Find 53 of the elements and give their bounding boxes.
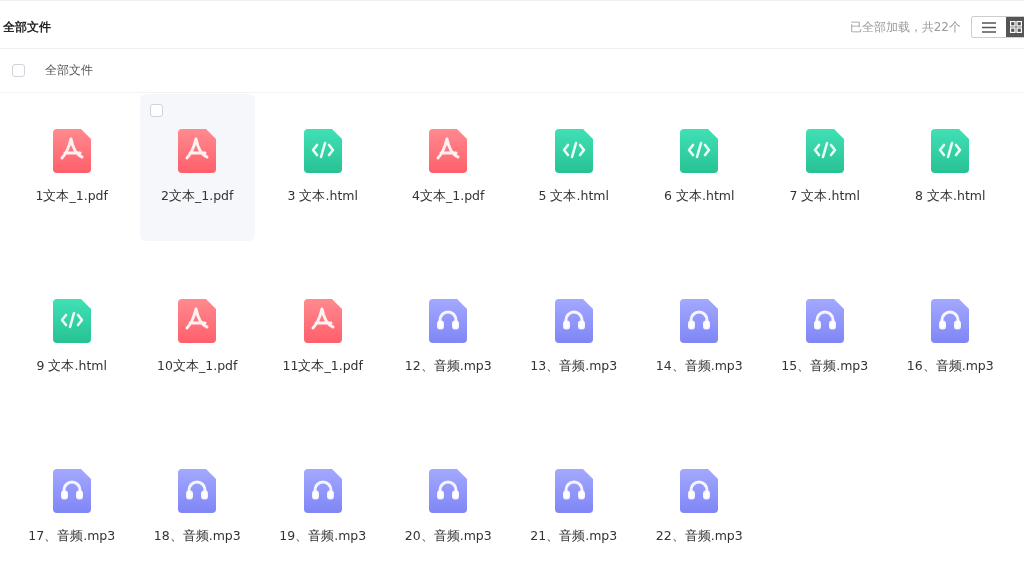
list-icon — [982, 21, 996, 33]
pdf-file-icon — [178, 129, 217, 173]
file-name[interactable]: 3 文本.html — [287, 188, 358, 205]
code-file-icon — [303, 129, 342, 173]
file-name[interactable]: 21、音频.mp3 — [530, 528, 618, 545]
file-name[interactable]: 17、音频.mp3 — [28, 528, 116, 545]
file-name[interactable]: 7 文本.html — [789, 188, 860, 205]
file-name[interactable]: 12、音频.mp3 — [404, 358, 492, 375]
pdf-file-icon — [429, 129, 468, 173]
file-name[interactable]: 10文本_1.pdf — [157, 358, 238, 375]
pdf-file-icon — [178, 299, 217, 343]
code-file-icon — [680, 129, 719, 173]
grid-view-button[interactable] — [1006, 17, 1024, 37]
page-title: 全部文件 — [3, 18, 51, 36]
file-name[interactable]: 2文本_1.pdf — [161, 188, 234, 205]
audio-file-icon — [680, 469, 719, 513]
file-tile[interactable]: 2文本_1.pdf — [139, 94, 255, 241]
file-name[interactable]: 14、音频.mp3 — [655, 358, 743, 375]
file-name[interactable]: 22、音频.mp3 — [655, 528, 743, 545]
grid-icon — [1010, 21, 1022, 33]
file-name[interactable]: 13、音频.mp3 — [530, 358, 618, 375]
file-name[interactable]: 8 文本.html — [915, 188, 986, 205]
pdf-file-icon — [52, 129, 91, 173]
code-file-icon — [554, 129, 593, 173]
file-name[interactable]: 1文本_1.pdf — [35, 188, 108, 205]
pdf-file-icon — [303, 299, 342, 343]
select-all-checkbox[interactable] — [12, 64, 25, 77]
audio-file-icon — [805, 299, 844, 343]
audio-file-icon — [429, 469, 468, 513]
file-name[interactable]: 11文本_1.pdf — [282, 358, 363, 375]
breadcrumb-label: 全部文件 — [45, 62, 93, 79]
audio-file-icon — [178, 469, 217, 513]
code-file-icon — [931, 129, 970, 173]
audio-file-icon — [931, 299, 970, 343]
file-name[interactable]: 4文本_1.pdf — [412, 188, 485, 205]
audio-file-icon — [52, 469, 91, 513]
audio-file-icon — [303, 469, 342, 513]
audio-file-icon — [429, 299, 468, 343]
audio-file-icon — [680, 299, 719, 343]
audio-file-icon — [554, 299, 593, 343]
load-status: 已全部加载，共22个 — [849, 18, 961, 36]
file-name[interactable]: 6 文本.html — [664, 188, 735, 205]
audio-file-icon — [554, 469, 593, 513]
code-file-icon — [805, 129, 844, 173]
file-name[interactable]: 16、音频.mp3 — [906, 358, 994, 375]
file-name[interactable]: 19、音频.mp3 — [279, 528, 367, 545]
file-name[interactable]: 20、音频.mp3 — [404, 528, 492, 545]
file-name[interactable]: 15、音频.mp3 — [781, 358, 869, 375]
code-file-icon — [52, 299, 91, 343]
file-checkbox[interactable] — [149, 104, 163, 117]
file-name[interactable]: 18、音频.mp3 — [153, 528, 241, 545]
file-name[interactable]: 9 文本.html — [36, 358, 107, 375]
file-name[interactable]: 5 文本.html — [538, 188, 609, 205]
